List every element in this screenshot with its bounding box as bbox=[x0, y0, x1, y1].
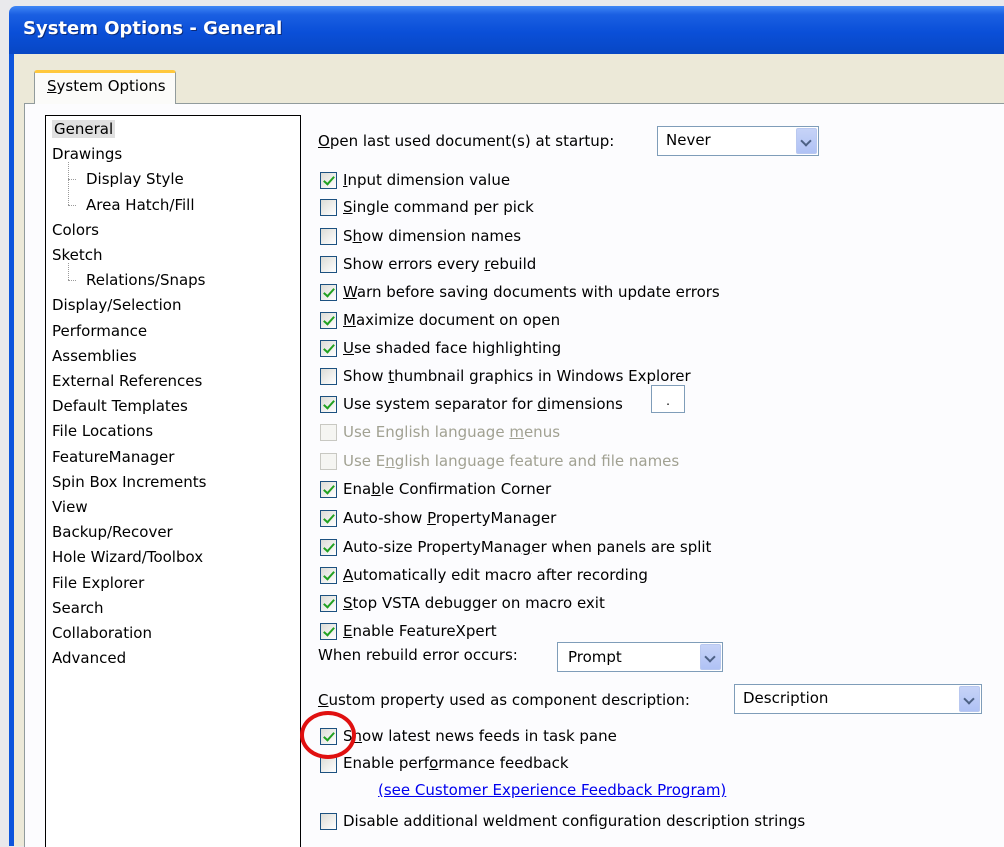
option-checkbox-2[interactable] bbox=[320, 228, 337, 245]
custom-property-dropdown[interactable]: Description bbox=[734, 684, 982, 714]
tree-item-hole-wizard-toolbox[interactable]: Hole Wizard/Toolbox bbox=[52, 546, 203, 568]
tree-item-sketch[interactable]: Sketch bbox=[52, 244, 103, 266]
separator-field[interactable]: . bbox=[651, 385, 685, 413]
custom-property-value: Description bbox=[743, 689, 829, 707]
option-checkbox-12[interactable] bbox=[320, 510, 337, 527]
chevron-down-icon[interactable] bbox=[700, 644, 721, 670]
option-label-7: Show thumbnail graphics in Windows Explo… bbox=[343, 367, 691, 385]
option-label-12: Auto-show PropertyManager bbox=[343, 509, 557, 527]
rebuild-error-dropdown[interactable]: Prompt bbox=[557, 642, 723, 672]
disable-weldment-checkbox[interactable] bbox=[320, 813, 337, 830]
window-title: System Options - General bbox=[23, 18, 283, 39]
tree-item-general[interactable]: General bbox=[52, 118, 116, 140]
option-label-1: Single command per pick bbox=[343, 198, 534, 216]
option-checkbox-8[interactable] bbox=[320, 396, 337, 413]
chevron-down-icon[interactable] bbox=[796, 128, 817, 154]
tree-item-spin-box-increments[interactable]: Spin Box Increments bbox=[52, 471, 206, 493]
tree-guide-line bbox=[68, 204, 76, 206]
option-label-5: Maximize document on open bbox=[343, 311, 561, 329]
rebuild-error-value: Prompt bbox=[568, 648, 622, 666]
option-checkbox-10[interactable] bbox=[320, 453, 337, 470]
tree-item-drawings[interactable]: Drawings bbox=[52, 143, 122, 165]
news-feeds-label: Show latest news feeds in task pane bbox=[343, 727, 617, 745]
tree-guide-line bbox=[68, 280, 76, 282]
option-checkbox-9[interactable] bbox=[320, 424, 337, 441]
title-bar[interactable]: System Options - General bbox=[9, 6, 1004, 54]
option-checkbox-14[interactable] bbox=[320, 567, 337, 584]
tree-item-external-references[interactable]: External References bbox=[52, 370, 202, 392]
option-label-15: Stop VSTA debugger on macro exit bbox=[343, 594, 605, 612]
tree-item-display-style[interactable]: Display Style bbox=[86, 168, 184, 190]
option-label-14: Automatically edit macro after recording bbox=[343, 566, 648, 584]
tree-item-file-locations[interactable]: File Locations bbox=[52, 420, 153, 442]
option-checkbox-11[interactable] bbox=[320, 481, 337, 498]
option-checkbox-5[interactable] bbox=[320, 312, 337, 329]
tree-item-relations-snaps[interactable]: Relations/Snaps bbox=[86, 269, 206, 291]
option-label-6: Use shaded face highlighting bbox=[343, 339, 562, 357]
tree-item-display-selection[interactable]: Display/Selection bbox=[52, 294, 181, 316]
custom-property-label: Custom property used as component descri… bbox=[318, 691, 690, 709]
tree-item-featuremanager[interactable]: FeatureManager bbox=[52, 446, 174, 468]
option-checkbox-3[interactable] bbox=[320, 256, 337, 273]
tree-item-default-templates[interactable]: Default Templates bbox=[52, 395, 188, 417]
option-label-2: Show dimension names bbox=[343, 227, 522, 245]
tree-item-file-explorer[interactable]: File Explorer bbox=[52, 572, 144, 594]
option-checkbox-15[interactable] bbox=[320, 595, 337, 612]
open-last-label: Open last used document(s) at startup: bbox=[318, 132, 615, 150]
open-last-value: Never bbox=[666, 131, 711, 149]
option-label-3: Show errors every rebuild bbox=[343, 255, 537, 273]
option-label-16: Enable FeatureXpert bbox=[343, 622, 497, 640]
option-label-9: Use English language menus bbox=[343, 423, 561, 441]
option-label-4: Warn before saving documents with update… bbox=[343, 283, 720, 301]
tree-item-view[interactable]: View bbox=[52, 496, 88, 518]
option-label-11: Enable Confirmation Corner bbox=[343, 480, 552, 498]
tab-system-options[interactable]: System Options bbox=[34, 70, 176, 104]
option-checkbox-7[interactable] bbox=[320, 368, 337, 385]
chevron-down-icon[interactable] bbox=[959, 686, 980, 712]
option-label-8: Use system separator for dimensions bbox=[343, 395, 623, 413]
tree-item-colors[interactable]: Colors bbox=[52, 219, 99, 241]
feedback-program-link[interactable]: (see Customer Experience Feedback Progra… bbox=[378, 778, 726, 802]
disable-weldment-label: Disable additional weldment configuratio… bbox=[343, 812, 806, 830]
tree-item-assemblies[interactable]: Assemblies bbox=[52, 345, 137, 367]
tree-item-search[interactable]: Search bbox=[52, 597, 104, 619]
option-checkbox-13[interactable] bbox=[320, 539, 337, 556]
rebuild-error-label: When rebuild error occurs: bbox=[318, 646, 518, 664]
tree-item-backup-recover[interactable]: Backup/Recover bbox=[52, 521, 173, 543]
tab-label: ystem Options bbox=[56, 77, 166, 95]
option-checkbox-0[interactable] bbox=[320, 172, 337, 189]
tree-guide-line bbox=[68, 179, 76, 181]
option-checkbox-16[interactable] bbox=[320, 623, 337, 640]
option-checkbox-1[interactable] bbox=[320, 199, 337, 216]
tree-item-collaboration[interactable]: Collaboration bbox=[52, 622, 152, 644]
options-tree[interactable]: General Drawings Display Style Area Hatch/F… bbox=[45, 115, 301, 847]
option-label-13: Auto-size PropertyManager when panels ar… bbox=[343, 538, 712, 556]
performance-feedback-label: Enable performance feedback bbox=[343, 754, 569, 772]
tree-item-performance[interactable]: Performance bbox=[52, 320, 147, 342]
option-checkbox-4[interactable] bbox=[320, 284, 337, 301]
tree-guide-line bbox=[68, 263, 69, 281]
option-label-10: Use English language feature and file na… bbox=[343, 452, 680, 470]
open-last-dropdown[interactable]: Never bbox=[657, 126, 819, 156]
highlight-circle-annotation bbox=[300, 711, 356, 759]
tab-label-accel: S bbox=[47, 77, 57, 95]
tree-item-advanced[interactable]: Advanced bbox=[52, 647, 126, 669]
option-label-0: Input dimension value bbox=[343, 171, 511, 189]
tree-guide-line bbox=[68, 162, 69, 205]
option-checkbox-6[interactable] bbox=[320, 340, 337, 357]
tree-item-area-hatch-fill[interactable]: Area Hatch/Fill bbox=[86, 194, 195, 216]
